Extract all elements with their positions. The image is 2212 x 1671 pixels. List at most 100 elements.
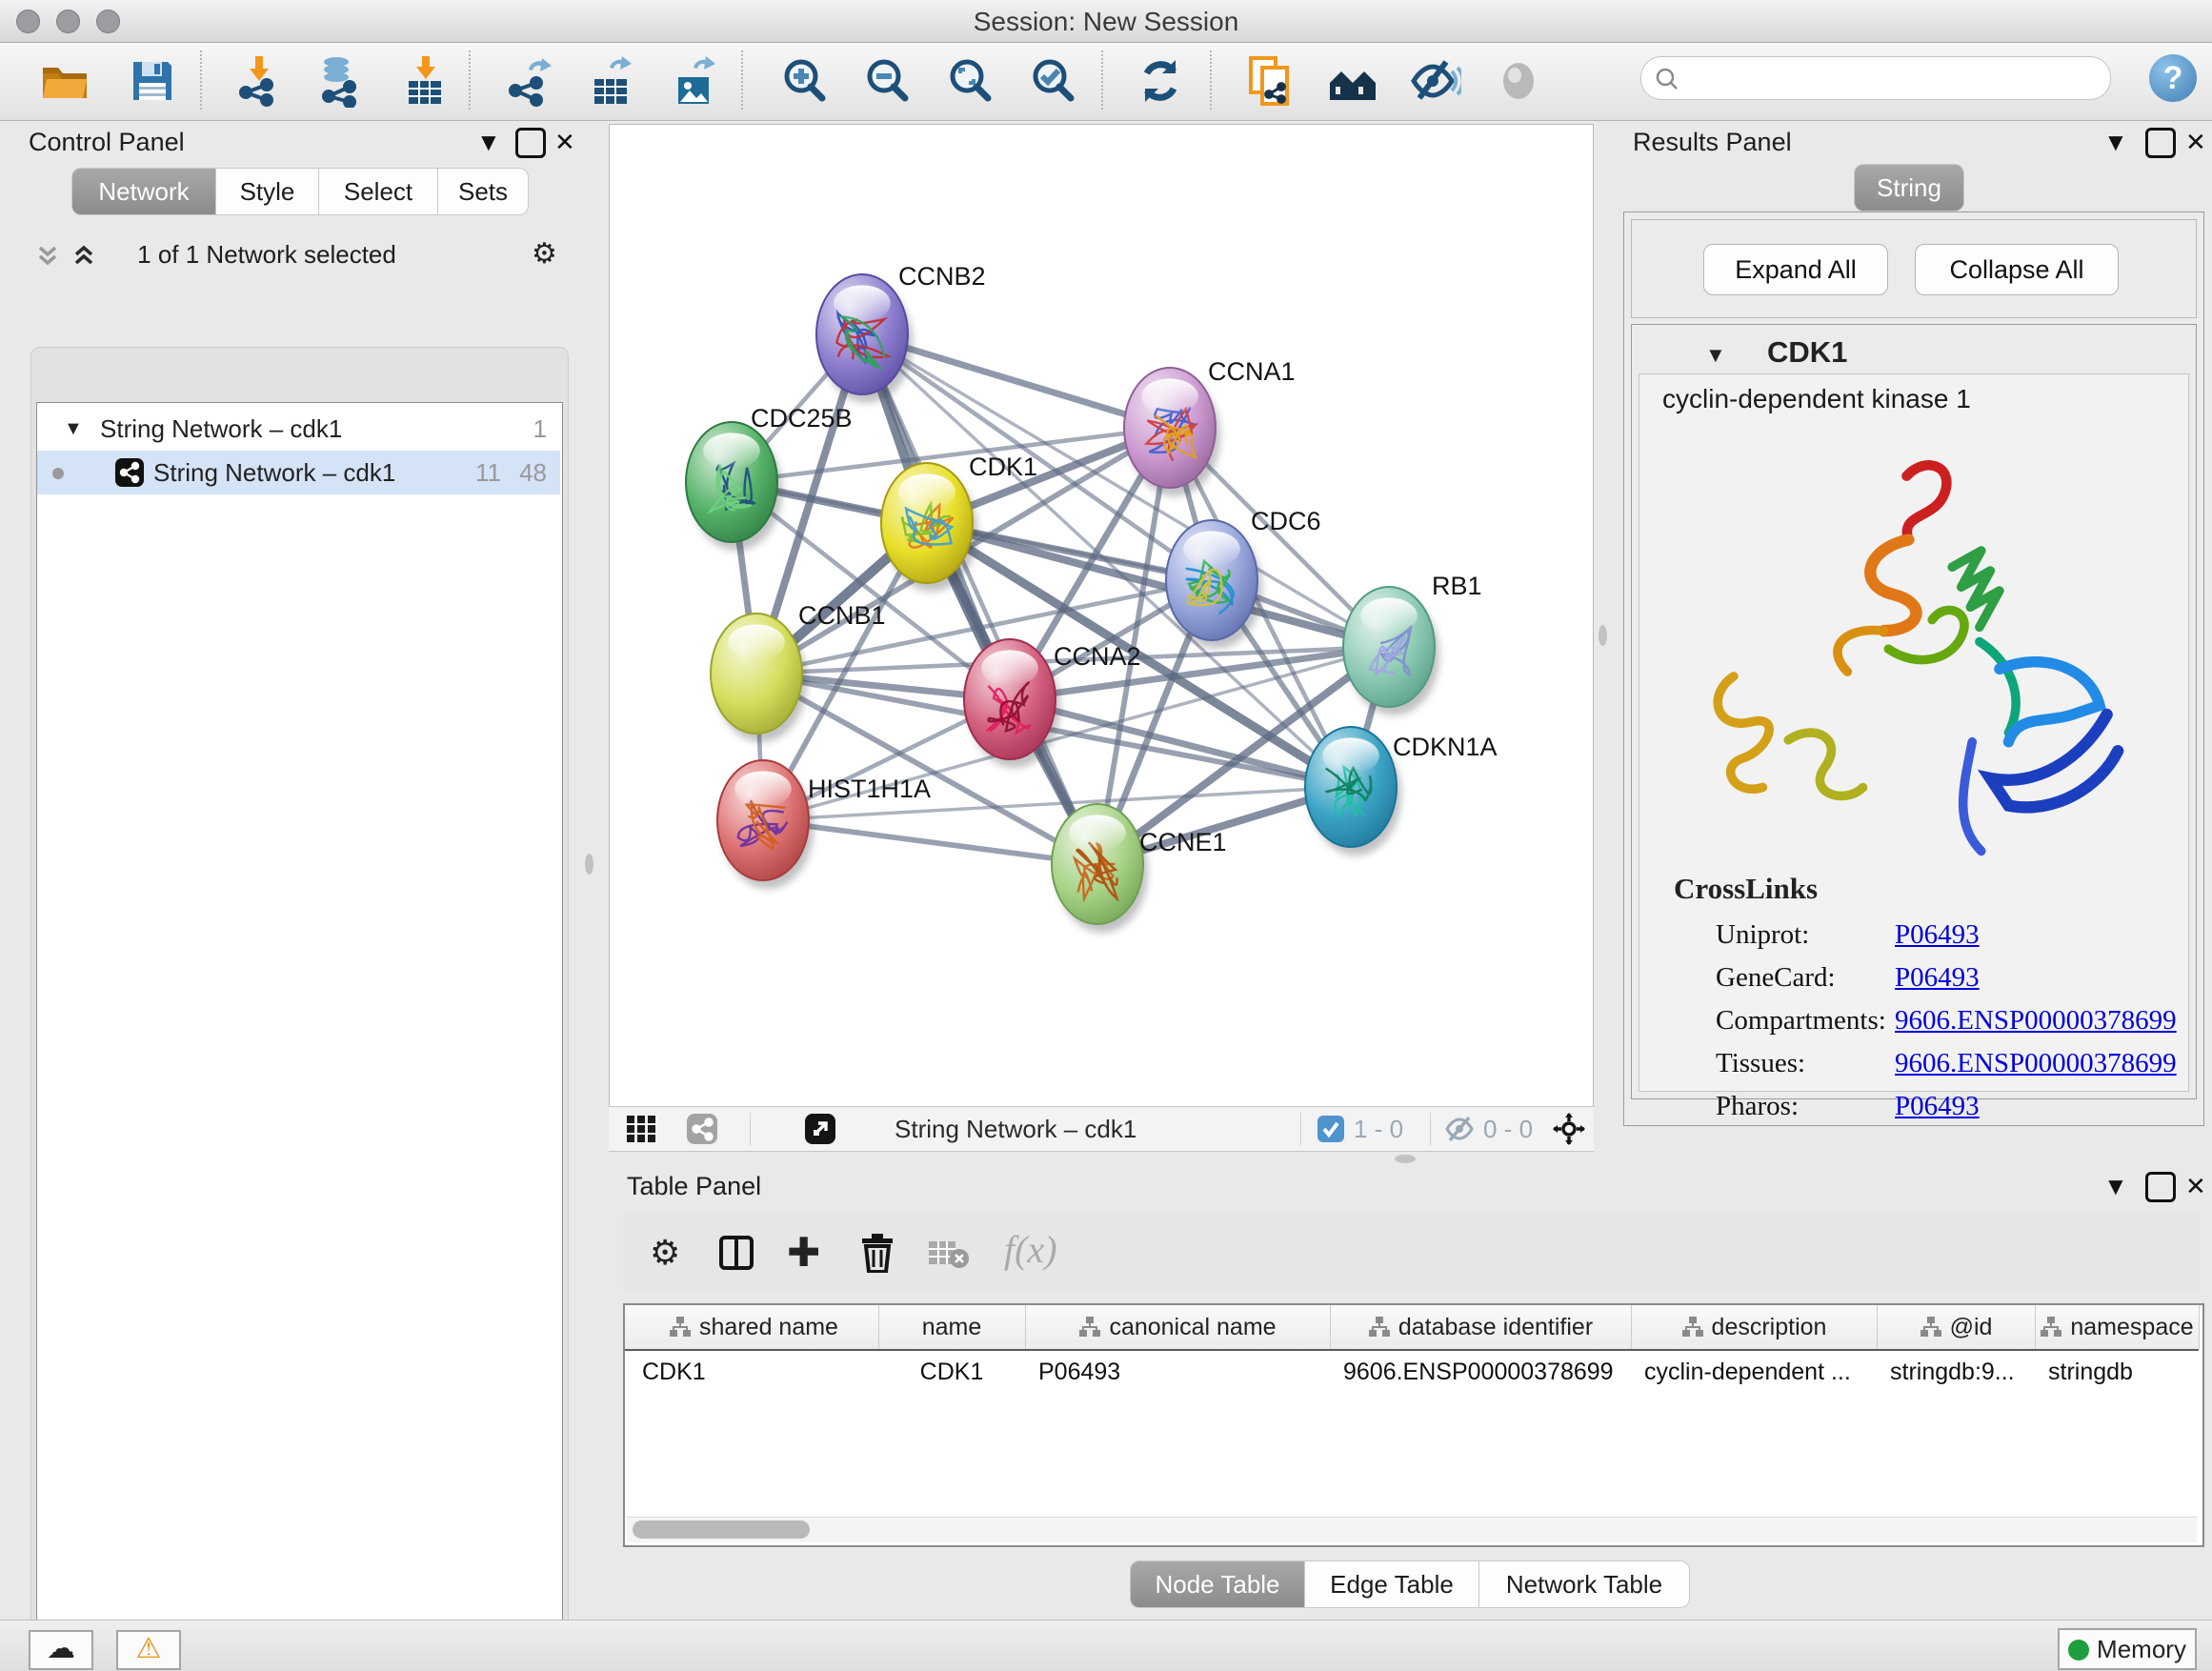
column-header--id[interactable]: @id [1877, 1305, 2036, 1349]
zoom-out-icon[interactable] [861, 54, 915, 108]
network-node-HIST1H1A[interactable] [717, 760, 814, 889]
network-node-CDK1[interactable] [881, 463, 977, 592]
function-builder-icon[interactable]: f(x) [1004, 1227, 1057, 1272]
column-header-name[interactable]: name [878, 1305, 1026, 1349]
fit-content-crosshair-icon[interactable] [1552, 1112, 1586, 1146]
scrollbar-thumb[interactable] [633, 1520, 810, 1539]
table-cell[interactable]: CDK1 [642, 1351, 878, 1393]
import-network-icon[interactable] [232, 54, 286, 108]
clone-network-icon[interactable] [1243, 54, 1297, 108]
table-cell[interactable]: cyclin-dependent ... [1644, 1351, 1877, 1393]
network-node-CCNB2[interactable] [816, 274, 913, 403]
column-header-description[interactable]: description [1631, 1305, 1878, 1349]
zoom-selected-icon[interactable] [1027, 54, 1080, 108]
close-panel-icon[interactable]: ✕ [2185, 1172, 2206, 1200]
birds-eye-view-icon[interactable] [626, 1115, 656, 1143]
apply-layout-icon[interactable] [1134, 54, 1187, 108]
table-cell[interactable]: 9606.ENSP00000378699 [1343, 1351, 1631, 1393]
network-node-CDKN1A[interactable] [1305, 727, 1401, 856]
tab-select[interactable]: Select [318, 168, 438, 215]
node-label-CCNB2: CCNB2 [898, 262, 986, 291]
network-row-selected[interactable]: String Network – cdk1 11 48 [37, 451, 560, 494]
tab-node-table[interactable]: Node Table [1130, 1560, 1305, 1608]
export-network-icon[interactable] [504, 54, 557, 108]
zoom-fit-icon[interactable] [944, 54, 997, 108]
expand-all-button[interactable]: Expand All [1703, 244, 1888, 295]
collection-label: String Network – cdk1 [100, 407, 342, 451]
hide-selected-icon[interactable] [1408, 54, 1461, 108]
table-horizontal-scrollbar[interactable] [627, 1517, 2197, 1542]
collapse-all-button[interactable]: Collapse All [1915, 244, 2119, 295]
network-node-RB1[interactable] [1343, 587, 1439, 715]
tab-sets[interactable]: Sets [437, 168, 529, 215]
memory-button[interactable]: Memory [2058, 1628, 2197, 1670]
network-options-gear-icon[interactable]: ⚙ [532, 237, 557, 271]
collection-expander-icon[interactable]: ▼ [64, 407, 83, 451]
float-panel-icon[interactable] [2145, 128, 2176, 158]
close-panel-icon[interactable]: ✕ [554, 128, 575, 156]
crosslink-link[interactable]: 9606.ENSP00000378699 [1895, 1048, 2177, 1079]
node-label-CCNA1: CCNA1 [1208, 357, 1296, 386]
network-collection-row[interactable]: ▼ String Network – cdk1 1 [37, 407, 560, 451]
hidden-counts: 0 - 0 [1483, 1115, 1533, 1144]
save-session-icon[interactable] [126, 54, 179, 108]
selected-count-checkbox-icon[interactable] [1317, 1116, 1344, 1142]
open-session-icon[interactable] [38, 54, 91, 108]
help-button[interactable]: ? [2149, 54, 2197, 102]
float-panel-icon[interactable] [2145, 1172, 2176, 1202]
table-cell[interactable]: CDK1 [878, 1351, 1025, 1393]
toolbar-separator [1300, 1113, 1301, 1145]
warnings-icon[interactable]: ⚠ [116, 1630, 181, 1670]
horizontal-splitter-handle[interactable] [1395, 1155, 1416, 1163]
import-network-from-database-icon[interactable] [313, 54, 367, 108]
table-cell[interactable]: P06493 [1038, 1351, 1330, 1393]
column-header-canonical-name[interactable]: canonical name [1025, 1305, 1331, 1349]
network-canvas[interactable]: CCNB2CCNA1CDC25BCDK1CDC6RB1CCNB1CCNA2CDK… [609, 124, 1594, 1107]
delete-column-trash-icon[interactable] [859, 1233, 895, 1273]
close-panel-icon[interactable]: ✕ [2185, 128, 2206, 156]
vertical-splitter-handle[interactable] [1599, 625, 1607, 646]
table-options-gear-icon[interactable]: ⚙ [650, 1233, 680, 1273]
import-table-icon[interactable] [399, 54, 452, 108]
show-all-icon[interactable] [1492, 54, 1545, 108]
crosslink-link[interactable]: P06493 [1895, 1091, 1980, 1122]
delete-table-icon[interactable] [928, 1238, 970, 1269]
tab-edge-table[interactable]: Edge Table [1304, 1560, 1479, 1608]
table-cell[interactable]: stringdb:9... [1890, 1351, 2035, 1393]
hidden-count-eye-icon[interactable] [1443, 1116, 1476, 1142]
crosslink-link[interactable]: P06493 [1895, 919, 1980, 951]
column-header-shared-name[interactable]: shared name [629, 1305, 879, 1349]
panel-menu-icon[interactable]: ▼ [2103, 1172, 2128, 1200]
first-neighbors-icon[interactable] [1326, 54, 1379, 108]
collapse-all-networks-icon[interactable] [34, 242, 65, 271]
tab-network-table[interactable]: Network Table [1478, 1560, 1690, 1608]
network-node-CCNA2[interactable] [964, 639, 1060, 768]
float-panel-icon[interactable] [515, 128, 546, 158]
crosslink-link[interactable]: 9606.ENSP00000378699 [1895, 1005, 2177, 1037]
tab-style[interactable]: Style [215, 168, 319, 215]
application-window: Session: New Session [0, 0, 2212, 1671]
export-table-icon[interactable] [585, 54, 638, 108]
network-node-CCNB1[interactable] [711, 614, 807, 742]
column-header-database-identifier[interactable]: database identifier [1330, 1305, 1632, 1349]
panel-menu-icon[interactable]: ▼ [2103, 128, 2128, 156]
network-node-CCNE1[interactable] [1052, 804, 1148, 933]
table-cell[interactable]: stringdb [2048, 1351, 2199, 1393]
gene-card-expander-icon[interactable]: ▼ [1705, 343, 1726, 368]
memory-status-dot [2068, 1640, 2089, 1661]
tab-network[interactable]: Network [71, 168, 216, 215]
panel-menu-icon[interactable]: ▼ [476, 128, 501, 156]
vertical-splitter-handle[interactable] [585, 854, 593, 875]
zoom-in-icon[interactable] [778, 54, 832, 108]
cloud-status-icon[interactable]: ☁ [29, 1630, 93, 1670]
crosslink-link[interactable]: P06493 [1895, 962, 1980, 994]
export-image-icon[interactable] [669, 54, 722, 108]
tab-string-results[interactable]: String [1854, 164, 1964, 211]
search-input[interactable] [1687, 61, 2101, 95]
show-columns-icon[interactable] [718, 1235, 754, 1271]
toolbar-separator [1210, 50, 1212, 110]
open-in-window-icon[interactable] [805, 1114, 835, 1144]
column-header-namespace[interactable]: namespace [2035, 1305, 2200, 1349]
create-column-plus-icon[interactable]: ✚ [787, 1229, 820, 1276]
string-view-icon[interactable] [687, 1114, 717, 1144]
